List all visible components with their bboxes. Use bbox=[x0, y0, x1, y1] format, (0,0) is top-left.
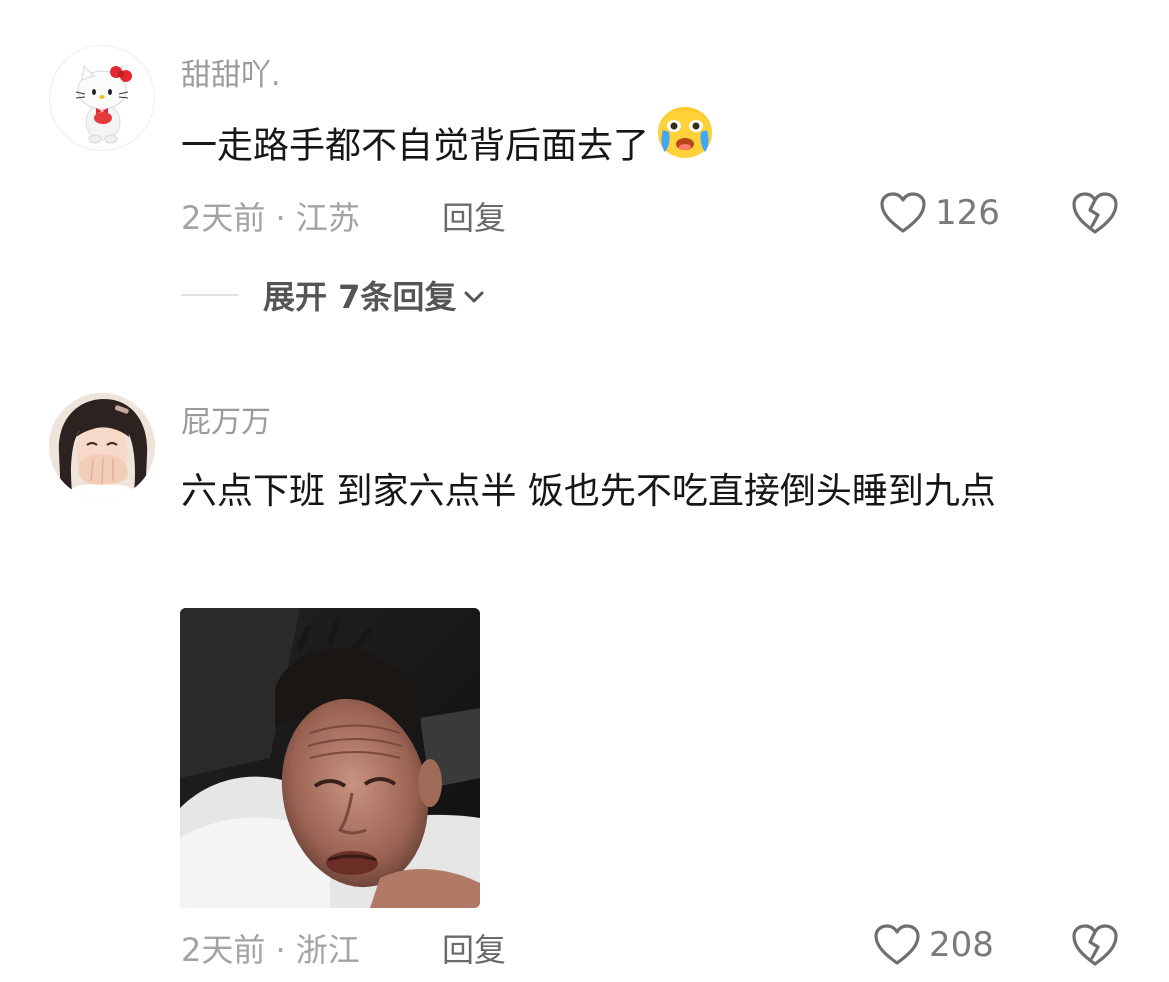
like-button[interactable]: 208 bbox=[873, 922, 994, 968]
avatar[interactable] bbox=[49, 393, 155, 499]
hello-kitty-avatar-image bbox=[50, 46, 154, 150]
heart-icon bbox=[874, 924, 920, 965]
comment-photo bbox=[180, 608, 480, 908]
dislike-button[interactable] bbox=[1071, 922, 1119, 968]
comment-image[interactable] bbox=[180, 608, 480, 908]
chevron-down-icon bbox=[464, 291, 484, 303]
like-button[interactable]: 126 bbox=[879, 190, 1000, 236]
comment-text: 六点下班 到家六点半 饭也先不吃直接倒头睡到九点 bbox=[181, 471, 996, 512]
expand-replies-label: 展开 7条回复 bbox=[263, 278, 457, 316]
reply-button[interactable]: 回复 bbox=[442, 193, 506, 239]
divider-line bbox=[181, 294, 239, 296]
comment-text-content: 一走路手都不自觉背后面去了 bbox=[181, 125, 650, 167]
broken-heart-icon bbox=[1072, 924, 1118, 966]
heart-icon bbox=[880, 192, 926, 233]
expand-replies-button[interactable]: 展开 7条回复 bbox=[181, 272, 486, 318]
comment-item: 甜甜吖. 一走路手都不自觉背后面去了 2天前 · 江苏 回复 126 展开 7条… bbox=[0, 0, 1169, 340]
comment-meta: 2天前 · 江苏 bbox=[181, 199, 360, 237]
crying-emoji-icon bbox=[655, 104, 715, 185]
username[interactable]: 屁万万 bbox=[181, 397, 271, 441]
comment-meta: 2天前 · 浙江 bbox=[181, 931, 360, 969]
dislike-button[interactable] bbox=[1071, 190, 1119, 236]
like-count: 208 bbox=[929, 925, 994, 965]
comment-text: 一走路手都不自觉背后面去了 bbox=[181, 107, 1111, 185]
user-photo-avatar-image bbox=[49, 393, 155, 499]
avatar[interactable] bbox=[49, 45, 155, 151]
broken-heart-icon bbox=[1072, 192, 1118, 234]
username[interactable]: 甜甜吖. bbox=[181, 50, 281, 94]
comment-item: 屁万万 六点下班 到家六点半 饭也先不吃直接倒头睡到九点 2天前 · 浙江 回复… bbox=[0, 340, 1169, 982]
reply-button[interactable]: 回复 bbox=[442, 925, 506, 971]
like-count: 126 bbox=[935, 193, 1000, 233]
